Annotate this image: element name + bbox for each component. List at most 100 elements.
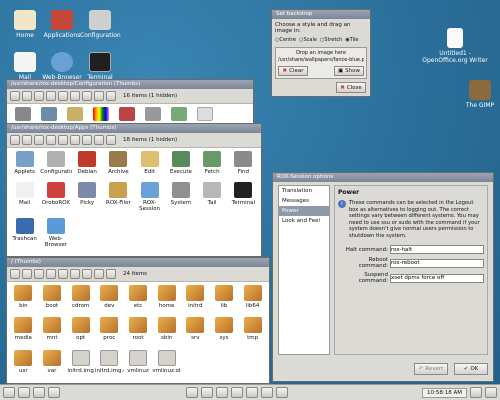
- desktop-icon-web-browser[interactable]: Web-Browser: [42, 52, 82, 81]
- app-item[interactable]: Find: [228, 151, 259, 180]
- dialog-title[interactable]: ROX-Session options: [273, 173, 493, 182]
- app-item[interactable]: Archive: [103, 151, 134, 180]
- section-power[interactable]: Power: [279, 206, 329, 216]
- dir-item[interactable]: srv: [181, 317, 210, 347]
- list-icon[interactable]: [70, 269, 80, 279]
- app-item[interactable]: Picky: [72, 181, 103, 217]
- zoom-icon[interactable]: [58, 135, 68, 145]
- refresh-icon[interactable]: [46, 269, 56, 279]
- up-icon[interactable]: [22, 91, 32, 101]
- window-task-icon[interactable]: [216, 387, 228, 398]
- dir-item[interactable]: vmlinuz: [124, 349, 153, 380]
- thumb-6[interactable]: [145, 107, 161, 121]
- desktop-icon-gimp[interactable]: The GIMP: [460, 80, 500, 109]
- radio-centre[interactable]: ○Centre: [275, 37, 296, 43]
- radio-stretch[interactable]: ○Stretch: [320, 37, 342, 43]
- revert-button[interactable]: ↶ Revert: [414, 363, 448, 375]
- terminal-icon[interactable]: [33, 387, 45, 398]
- dir-item[interactable]: etc: [124, 285, 153, 315]
- thumb-7[interactable]: [171, 107, 187, 121]
- dir-item[interactable]: initrd: [181, 285, 210, 315]
- dir-item[interactable]: boot: [38, 285, 67, 315]
- close-icon[interactable]: [10, 135, 20, 145]
- window-title[interactable]: / (Thumbs): [7, 258, 269, 267]
- hidden-icon[interactable]: [82, 91, 92, 101]
- app-item[interactable]: OroboROX: [40, 181, 71, 217]
- window-title[interactable]: /usr/share/rox-desktop/Apps (Thumbs): [7, 124, 261, 133]
- help-icon[interactable]: [106, 91, 116, 101]
- app-item[interactable]: Fetch: [197, 151, 228, 180]
- clear-button[interactable]: ✖ Clear: [278, 66, 308, 76]
- app-item[interactable]: Tail: [197, 181, 228, 217]
- window-task-icon[interactable]: [246, 387, 258, 398]
- desktop-icon-openoffice-writer[interactable]: Untitled1 - OpenOffice.org Writer: [420, 28, 490, 64]
- app-item[interactable]: Execute: [165, 151, 196, 180]
- app-item[interactable]: Web-Browser: [40, 218, 71, 253]
- close-icon[interactable]: [10, 91, 20, 101]
- window-task-icon[interactable]: [201, 387, 213, 398]
- dir-item[interactable]: sbin: [152, 317, 181, 347]
- thumb-4[interactable]: [93, 107, 109, 121]
- help-icon[interactable]: [106, 269, 116, 279]
- section-translation[interactable]: Translation: [279, 186, 329, 196]
- desktop-icon-applications[interactable]: Applications: [42, 10, 82, 39]
- thumb-1[interactable]: [15, 107, 31, 121]
- dir-item[interactable]: tmp: [238, 317, 267, 347]
- radio-scale[interactable]: ○Scale: [299, 37, 317, 43]
- thumb-8[interactable]: [197, 107, 213, 121]
- home-icon[interactable]: [3, 387, 15, 398]
- window-task-icon[interactable]: [186, 387, 198, 398]
- refresh-icon[interactable]: [46, 91, 56, 101]
- close-button[interactable]: ✖ Close: [336, 82, 366, 93]
- radio-tile[interactable]: ◉Tile: [345, 37, 358, 43]
- mail-icon[interactable]: [48, 387, 60, 398]
- home-icon[interactable]: [34, 91, 44, 101]
- ok-button[interactable]: ✔ OK: [454, 363, 488, 375]
- app-item[interactable]: Debian: [72, 151, 103, 180]
- dir-item[interactable]: proc: [95, 317, 124, 347]
- dir-item[interactable]: sys: [210, 317, 239, 347]
- window-task-icon[interactable]: [231, 387, 243, 398]
- app-item[interactable]: Terminal: [228, 181, 259, 217]
- dir-item[interactable]: initrd.img.old: [95, 349, 124, 380]
- desktop-icon-mail[interactable]: Mail: [5, 52, 45, 81]
- up-icon[interactable]: [22, 269, 32, 279]
- show-button[interactable]: ▣ Show: [334, 66, 364, 76]
- clock[interactable]: 10:58:18 AM: [422, 387, 467, 398]
- image-drop-area[interactable]: Drop an image here /usr/share/wallpapers…: [275, 47, 367, 79]
- window-task-icon[interactable]: [276, 387, 288, 398]
- dir-item[interactable]: var: [38, 349, 67, 380]
- dir-item[interactable]: cdrom: [66, 285, 95, 315]
- volume-icon[interactable]: [470, 387, 482, 398]
- dir-item[interactable]: bin: [9, 285, 38, 315]
- close-icon[interactable]: [10, 269, 20, 279]
- select-icon[interactable]: [94, 135, 104, 145]
- thumb-3[interactable]: [67, 107, 83, 121]
- app-item[interactable]: Applets: [9, 151, 40, 180]
- app-item[interactable]: Trashcan: [9, 218, 40, 253]
- dir-item[interactable]: root: [124, 317, 153, 347]
- refresh-icon[interactable]: [46, 135, 56, 145]
- desktop-icon-home[interactable]: Home: [5, 10, 45, 39]
- dir-item[interactable]: initrd.img: [66, 349, 95, 380]
- applications-icon[interactable]: [18, 387, 30, 398]
- dir-item[interactable]: home: [152, 285, 181, 315]
- dir-item[interactable]: dev: [95, 285, 124, 315]
- dir-item[interactable]: mnt: [38, 317, 67, 347]
- thumb-5[interactable]: [119, 107, 135, 121]
- help-icon[interactable]: [106, 135, 116, 145]
- section-messages[interactable]: Messages: [279, 196, 329, 206]
- up-icon[interactable]: [22, 135, 32, 145]
- app-item[interactable]: System: [165, 181, 196, 217]
- dir-item[interactable]: opt: [66, 317, 95, 347]
- app-item[interactable]: ROX-Filer: [103, 181, 134, 217]
- app-item[interactable]: Configuration: [40, 151, 72, 180]
- list-icon[interactable]: [70, 91, 80, 101]
- dir-item[interactable]: media: [9, 317, 38, 347]
- halt-command-input[interactable]: [390, 245, 484, 254]
- app-item[interactable]: Edit: [134, 151, 165, 180]
- backdrop-title[interactable]: Set backdrop: [272, 10, 370, 19]
- dir-item[interactable]: vmlinuz.old: [152, 349, 181, 380]
- select-icon[interactable]: [94, 269, 104, 279]
- home-icon[interactable]: [34, 135, 44, 145]
